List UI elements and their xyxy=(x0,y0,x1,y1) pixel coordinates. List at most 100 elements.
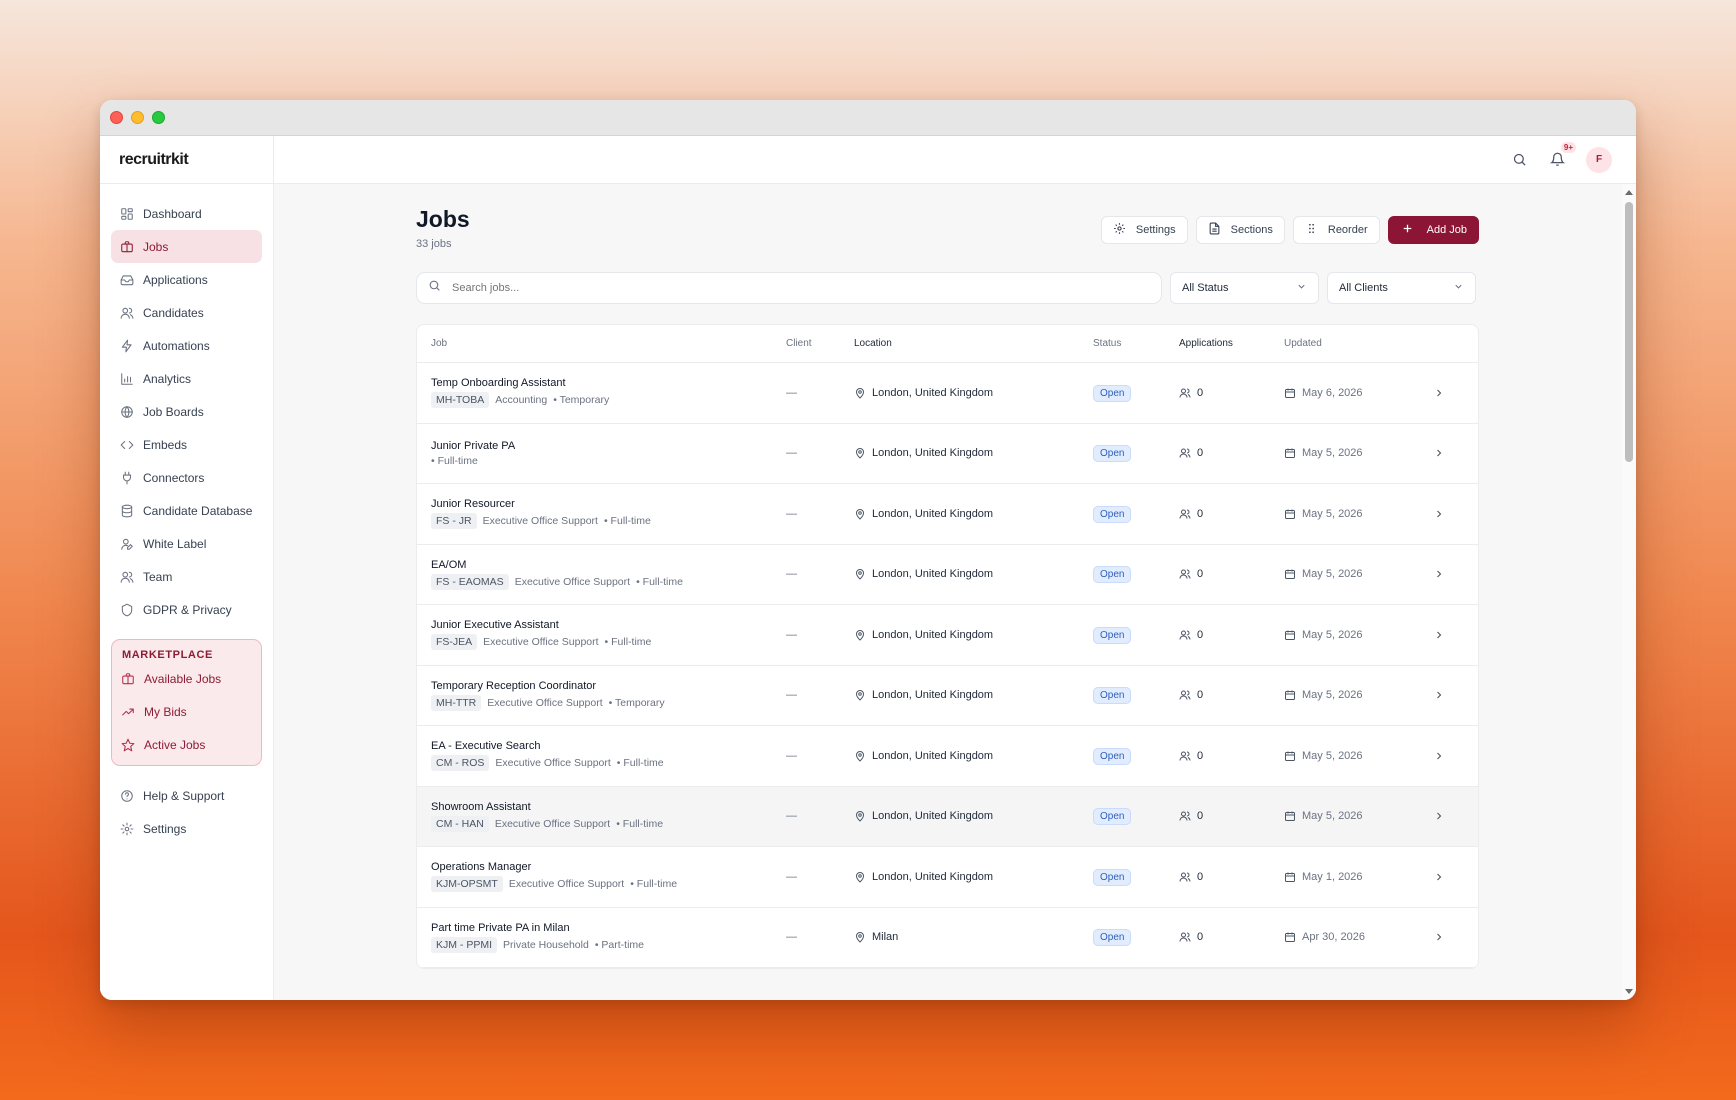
close-window-button[interactable] xyxy=(110,111,123,124)
chevron-right-icon[interactable] xyxy=(1424,931,1454,943)
notifications-bell-icon[interactable]: 9+ xyxy=(1548,141,1576,169)
job-title[interactable]: Junior Private PA xyxy=(431,440,786,452)
jobs-table: Job Client Location Status Applications … xyxy=(416,324,1479,969)
chevron-right-icon[interactable] xyxy=(1424,810,1454,822)
users-icon xyxy=(1179,810,1191,822)
sidebar-item-white-label[interactable]: White Label xyxy=(111,527,262,560)
add-job-button-label: Add Job xyxy=(1426,224,1467,236)
sidebar-item-label: Candidates xyxy=(143,305,204,320)
table-row[interactable]: Junior Executive Assistant FS-JEA Executiv… xyxy=(417,605,1478,666)
job-title[interactable]: Junior Resourcer xyxy=(431,498,786,510)
add-job-button[interactable]: Add Job xyxy=(1387,216,1479,244)
chevron-right-icon[interactable] xyxy=(1424,568,1454,580)
applications-count: 0 xyxy=(1197,931,1204,944)
users-icon xyxy=(1179,931,1191,943)
sidebar-item-available-jobs[interactable]: Available Jobs xyxy=(112,662,261,695)
applications-count: 0 xyxy=(1197,447,1204,460)
sidebar-item-label: Job Boards xyxy=(143,404,204,419)
search-icon xyxy=(428,279,441,297)
client-filter-select[interactable]: All Clients xyxy=(1327,272,1476,304)
sidebar-item-job-boards[interactable]: Job Boards xyxy=(111,395,262,428)
sidebar-item-my-bids[interactable]: My Bids xyxy=(112,695,261,728)
job-code: MH-TTR xyxy=(431,694,482,711)
plug-icon xyxy=(120,471,134,485)
sidebar-item-help-and-support[interactable]: Help & Support xyxy=(111,779,262,812)
job-location: London, United Kingdom xyxy=(872,810,994,823)
sidebar-item-active-jobs[interactable]: Active Jobs xyxy=(112,728,261,761)
chevron-down-icon xyxy=(1296,281,1307,295)
sidebar-item-dashboard[interactable]: Dashboard xyxy=(111,197,262,230)
sidebar-item-analytics[interactable]: Analytics xyxy=(111,362,262,395)
job-category: Executive Office Support xyxy=(494,817,611,830)
page-title: Jobs xyxy=(416,206,470,232)
status-filter-select[interactable]: All Status xyxy=(1170,272,1319,304)
sidebar-item-jobs[interactable]: Jobs xyxy=(111,230,262,263)
sidebar-item-automations[interactable]: Automations xyxy=(111,329,262,362)
chevron-right-icon[interactable] xyxy=(1424,750,1454,762)
table-row[interactable]: EA - Executive Search CM - ROS Executive O… xyxy=(417,726,1478,787)
app-logo[interactable]: recruitrkit xyxy=(100,136,273,184)
status-badge: Open xyxy=(1093,868,1132,886)
sidebar-item-applications[interactable]: Applications xyxy=(111,263,262,296)
scroll-up-arrow[interactable] xyxy=(1625,190,1633,195)
calendar-icon xyxy=(1284,931,1296,943)
job-title[interactable]: EA/OM xyxy=(431,559,786,571)
gear-icon xyxy=(120,822,134,836)
job-title[interactable]: EA - Executive Search xyxy=(431,740,786,752)
gear-icon xyxy=(1113,222,1126,238)
sidebar-item-candidate-database[interactable]: Candidate Database xyxy=(111,494,262,527)
sidebar-item-gdpr-and-privacy[interactable]: GDPR & Privacy xyxy=(111,593,262,626)
sidebar-item-label: Connectors xyxy=(143,470,205,485)
job-client: — xyxy=(786,931,797,944)
chevron-right-icon[interactable] xyxy=(1424,447,1454,459)
sidebar-item-team[interactable]: Team xyxy=(111,560,262,593)
table-row[interactable]: EA/OM FS - EAOMAS Executive Office Support… xyxy=(417,545,1478,605)
maximize-window-button[interactable] xyxy=(152,111,165,124)
updated-date: May 5, 2026 xyxy=(1302,628,1363,641)
minimize-window-button[interactable] xyxy=(131,111,144,124)
reorder-button[interactable]: Reorder xyxy=(1292,216,1380,244)
sidebar-item-embeds[interactable]: Embeds xyxy=(111,428,262,461)
scrollbar-thumb[interactable] xyxy=(1625,202,1633,462)
sidebar-item-label: Applications xyxy=(143,272,208,287)
scroll-down-arrow[interactable] xyxy=(1625,989,1633,994)
search-icon[interactable] xyxy=(1510,151,1528,169)
sidebar-item-candidates[interactable]: Candidates xyxy=(111,296,262,329)
chevron-right-icon[interactable] xyxy=(1424,689,1454,701)
chevron-right-icon[interactable] xyxy=(1424,508,1454,520)
users-icon xyxy=(1179,568,1191,580)
job-title[interactable]: Junior Executive Assistant xyxy=(431,619,786,631)
sidebar-item-settings[interactable]: Settings xyxy=(111,812,262,845)
job-title[interactable]: Temporary Reception Coordinator xyxy=(431,680,786,692)
sidebar-item-label: Dashboard xyxy=(143,206,202,221)
table-row[interactable]: Temp Onboarding Assistant MH-TOBA Accounti… xyxy=(417,363,1478,424)
table-row[interactable]: Operations Manager KJM-OPSMT Executive Off… xyxy=(417,847,1478,908)
shield-icon xyxy=(120,603,134,617)
settings-button[interactable]: Settings xyxy=(1100,216,1188,244)
chevron-right-icon[interactable] xyxy=(1424,629,1454,641)
chevron-right-icon[interactable] xyxy=(1424,871,1454,883)
table-row[interactable]: Part time Private PA in Milan KJM - PPMI P… xyxy=(417,908,1478,968)
sidebar-item-connectors[interactable]: Connectors xyxy=(111,461,262,494)
job-title[interactable]: Temp Onboarding Assistant xyxy=(431,377,786,389)
user-avatar[interactable]: F xyxy=(1586,146,1612,173)
star-icon xyxy=(121,738,135,752)
sidebar: recruitrkit Dashboard Jobs Applications Can… xyxy=(100,136,274,1000)
client-filter-value: All Clients xyxy=(1339,282,1388,294)
sidebar-item-label: Settings xyxy=(143,821,187,836)
table-row[interactable]: Junior Private PA • Full-time — London, Uni… xyxy=(417,424,1478,484)
job-title[interactable]: Part time Private PA in Milan xyxy=(431,922,786,934)
applications-count: 0 xyxy=(1197,386,1204,399)
chevron-right-icon[interactable] xyxy=(1424,387,1454,399)
table-row[interactable]: Temporary Reception Coordinator MH-TTR Exe… xyxy=(417,666,1478,726)
job-title[interactable]: Operations Manager xyxy=(431,861,786,873)
sections-button[interactable]: Sections xyxy=(1195,216,1285,244)
job-title[interactable]: Showroom Assistant xyxy=(431,801,786,813)
table-row[interactable]: Showroom Assistant CM - HAN Executive Offi… xyxy=(417,786,1478,847)
page-scrollbar[interactable] xyxy=(1622,184,1636,1000)
sidebar-nav: Dashboard Jobs Applications Candidates Autom… xyxy=(100,184,273,626)
table-row[interactable]: Junior Resourcer FS - JR Executive Office … xyxy=(417,484,1478,545)
search-input[interactable] xyxy=(452,282,1052,294)
users-icon xyxy=(1179,508,1191,520)
marketplace-section: MARKETPLACE Available Jobs My Bids Active … xyxy=(111,639,262,766)
